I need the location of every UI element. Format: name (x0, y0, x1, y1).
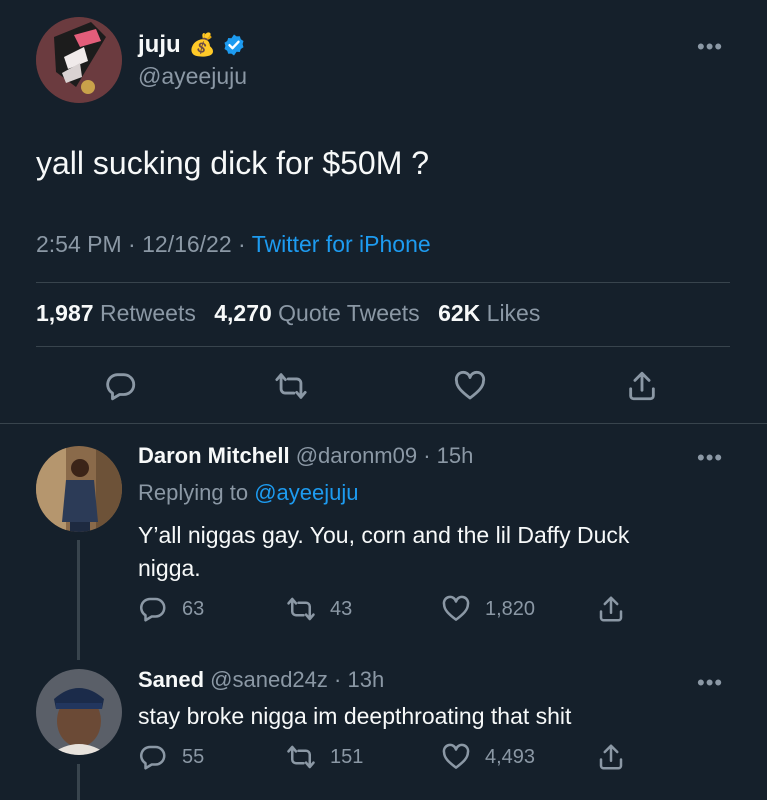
like-button[interactable]: 1,820 (441, 594, 535, 624)
more-icon[interactable]: ••• (697, 447, 723, 469)
reply-author-handle[interactable]: @saned24z (210, 667, 328, 692)
quotes-label: Quote Tweets (278, 300, 420, 326)
retweet-icon (286, 594, 316, 624)
quotes-count: 4,270 (214, 300, 272, 326)
author-avatar[interactable] (36, 17, 122, 103)
retweet-button[interactable]: 151 (286, 742, 363, 772)
retweet-button[interactable] (274, 369, 308, 403)
retweets-label: Retweets (99, 300, 196, 326)
reply-text: Y’all niggas gay. You, corn and the lil … (138, 519, 629, 585)
author-name-row: juju 💰 (138, 31, 246, 59)
reply-button[interactable] (104, 369, 138, 403)
reply-author-handle[interactable]: @daronm09 (296, 443, 417, 468)
reply-time[interactable]: · 13h (334, 667, 384, 692)
replying-to-handle[interactable]: @ayeejuju (254, 480, 358, 505)
more-icon[interactable]: ••• (697, 36, 723, 58)
more-icon[interactable]: ••• (697, 672, 723, 694)
like-count: 4,493 (485, 745, 536, 768)
tweet-source[interactable]: Twitter for iPhone (252, 231, 431, 257)
reply-actions: 63 43 1,820 (138, 594, 638, 624)
verified-icon (222, 33, 246, 57)
reply-icon (138, 594, 168, 624)
retweet-count: 151 (330, 745, 364, 768)
retweet-icon (286, 742, 316, 772)
retweets-stat[interactable]: 1,987 Retweets (36, 300, 196, 326)
likes-label: Likes (486, 300, 541, 326)
reply-text-line: stay broke nigga im deepthroating that s… (138, 703, 572, 729)
share-icon (596, 742, 626, 772)
like-button[interactable] (453, 369, 487, 403)
share-icon (625, 369, 659, 403)
reply-avatar[interactable] (36, 446, 122, 532)
share-button[interactable] (596, 742, 626, 777)
retweet-icon (274, 369, 308, 403)
reply-header: Daron Mitchell @daronm09 · 15h (138, 443, 473, 469)
likes-stat[interactable]: 62K Likes (438, 300, 540, 326)
retweet-count: 43 (330, 597, 353, 620)
thread-line (77, 764, 80, 800)
retweet-button[interactable]: 43 (286, 594, 352, 624)
reply-button[interactable]: 63 (138, 594, 204, 624)
reply-text-line: nigga. (138, 555, 201, 581)
share-icon (596, 594, 626, 624)
reply-header: Saned @saned24z · 13h (138, 667, 384, 693)
reply-count: 63 (182, 597, 205, 620)
like-button[interactable]: 4,493 (441, 742, 535, 772)
replying-to: Replying to @ayeejuju (138, 480, 359, 506)
like-count: 1,820 (485, 597, 536, 620)
reply-actions: 55 151 4,493 (138, 742, 638, 772)
like-icon (453, 369, 487, 403)
tweet-meta: 2:54 PM · 12/16/22 · Twitter for iPhone (36, 231, 431, 258)
author-name[interactable]: juju (138, 31, 181, 59)
reply-text: stay broke nigga im deepthroating that s… (138, 700, 571, 733)
reply-button[interactable]: 55 (138, 742, 204, 772)
share-button[interactable] (625, 369, 659, 403)
tweet-time[interactable]: 2:54 PM (36, 231, 122, 257)
meta-separator: · (128, 231, 136, 257)
likes-count: 62K (438, 300, 481, 326)
reply-avatar[interactable] (36, 669, 122, 755)
divider (36, 346, 730, 347)
reply-time[interactable]: · 15h (423, 443, 473, 468)
like-icon (441, 594, 471, 624)
reply-author-name[interactable]: Saned (138, 667, 204, 692)
tweet-date[interactable]: 12/16/22 (142, 231, 232, 257)
reply-count: 55 (182, 745, 205, 768)
share-button[interactable] (596, 594, 626, 629)
divider (0, 423, 767, 424)
retweets-count: 1,987 (36, 300, 94, 326)
money-bag-icon: 💰 (188, 32, 217, 57)
quotes-stat[interactable]: 4,270 Quote Tweets (214, 300, 419, 326)
thread-line (77, 540, 80, 660)
reply-icon (138, 742, 168, 772)
reply-icon (104, 369, 138, 403)
tweet-text: yall sucking dick for $50M ? (36, 145, 430, 181)
reply-author-name[interactable]: Daron Mitchell (138, 443, 290, 468)
tweet-stats: 1,987 Retweets 4,270 Quote Tweets 62K Li… (36, 300, 540, 327)
like-icon (441, 742, 471, 772)
replying-to-label: Replying to (138, 480, 249, 505)
divider (36, 282, 730, 283)
meta-separator: · (238, 231, 246, 257)
reply-text-line: Y’all niggas gay. You, corn and the lil … (138, 522, 630, 548)
author-handle[interactable]: @ayeejuju (138, 63, 247, 90)
